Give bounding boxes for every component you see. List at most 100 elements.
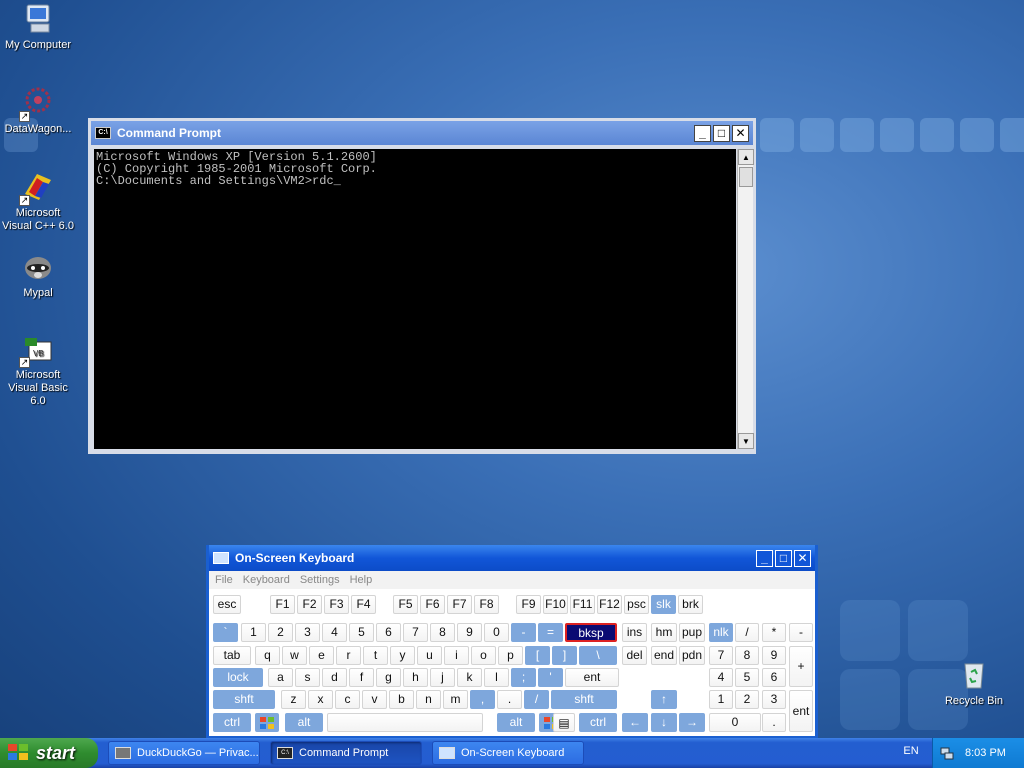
taskbar-item-duckduckgo[interactable]: DuckDuckGo — Privac... <box>108 741 260 765</box>
key-row5-0[interactable]: shft <box>213 690 275 709</box>
key-row3-0[interactable]: tab <box>213 646 251 665</box>
key-row4-8[interactable]: k <box>457 668 482 687</box>
key-row3-19[interactable]: 9 <box>762 646 786 665</box>
maximize-button[interactable]: □ <box>713 124 730 142</box>
key-row2-7[interactable]: 7 <box>403 623 428 642</box>
key-row2-11[interactable]: - <box>511 623 536 642</box>
key-row3-4[interactable]: r <box>336 646 361 665</box>
key-row5-5[interactable]: b <box>389 690 414 709</box>
maximize-button[interactable]: □ <box>775 549 792 567</box>
key-row3-8[interactable]: i <box>444 646 469 665</box>
menu-keyboard[interactable]: Keyboard <box>243 574 290 586</box>
key-row3-20[interactable]: + <box>789 646 813 687</box>
key-row6-4[interactable]: ← <box>622 713 648 732</box>
network-icon[interactable] <box>939 745 955 761</box>
key-row3-18[interactable]: 8 <box>735 646 759 665</box>
key-row5-14[interactable]: 2 <box>735 690 759 709</box>
key-row1-8[interactable]: F8 <box>474 595 499 614</box>
key-row5-2[interactable]: x <box>308 690 333 709</box>
key-row3-14[interactable]: del <box>622 646 647 665</box>
key-row6-5[interactable]: ↓ <box>651 713 677 732</box>
key-row1-13[interactable]: psc <box>624 595 649 614</box>
key-row2-2[interactable]: 2 <box>268 623 293 642</box>
scroll-thumb[interactable] <box>739 167 753 187</box>
key-row4-7[interactable]: j <box>430 668 455 687</box>
key-row2-15[interactable]: hm <box>651 623 677 642</box>
key-row5-3[interactable]: c <box>335 690 360 709</box>
key-row1-14[interactable]: slk <box>651 595 676 614</box>
key-row3-16[interactable]: pdn <box>679 646 705 665</box>
key-row4-3[interactable]: d <box>322 668 347 687</box>
key-row1-4[interactable]: F4 <box>351 595 376 614</box>
key-row6-1[interactable]: alt <box>285 713 323 732</box>
key-row1-1[interactable]: F1 <box>270 595 295 614</box>
key-row5-1[interactable]: z <box>281 690 306 709</box>
key-row4-10[interactable]: ; <box>511 668 536 687</box>
key-row2-5[interactable]: 5 <box>349 623 374 642</box>
scroll-up-arrow-icon[interactable]: ▲ <box>738 149 754 165</box>
key-row1-3[interactable]: F3 <box>324 595 349 614</box>
taskbar-item-on-screen-keyboard[interactable]: On-Screen Keyboard <box>432 741 584 765</box>
key-row3-9[interactable]: o <box>471 646 496 665</box>
key-row2-19[interactable]: * <box>762 623 786 642</box>
scroll-down-arrow-icon[interactable]: ▼ <box>738 433 754 449</box>
key-row3-13[interactable]: \ <box>579 646 617 665</box>
command-prompt-window[interactable]: C:\ Command Prompt _ □ ✕ Microsoft Windo… <box>88 118 756 454</box>
key-row1-5[interactable]: F5 <box>393 595 418 614</box>
desktop-icon-mypal[interactable]: Mypal <box>0 250 76 300</box>
key-row4-12[interactable]: ent <box>565 668 619 687</box>
key-row5-8[interactable]: , <box>470 690 495 709</box>
clock[interactable]: 8:03 PM <box>965 747 1006 759</box>
key-row1-12[interactable]: F12 <box>597 595 622 614</box>
key-row6-0[interactable]: ctrl <box>213 713 251 732</box>
key-row2-13[interactable]: bksp <box>565 623 617 642</box>
desktop-icon-visual-cpp[interactable]: ↗ Microsoft Visual C++ 6.0 <box>0 170 76 233</box>
key-row2-3[interactable]: 3 <box>295 623 320 642</box>
key-row2-18[interactable]: / <box>735 623 759 642</box>
vertical-scrollbar[interactable]: ▲ ▼ <box>737 149 754 449</box>
desktop-icon-datawagon[interactable]: ↗ DataWagon... <box>0 86 76 136</box>
key-row4-11[interactable]: ' <box>538 668 563 687</box>
key-row5-10[interactable]: / <box>524 690 549 709</box>
minimize-button[interactable]: _ <box>756 549 773 567</box>
menu-key-icon[interactable]: ▤ <box>553 713 575 732</box>
key-row4-2[interactable]: s <box>295 668 320 687</box>
menu-settings[interactable]: Settings <box>300 574 340 586</box>
key-row1-11[interactable]: F11 <box>570 595 595 614</box>
key-row2-14[interactable]: ins <box>622 623 647 642</box>
key-row2-10[interactable]: 0 <box>484 623 509 642</box>
key-row1-0[interactable]: esc <box>213 595 241 614</box>
key-row4-15[interactable]: 6 <box>762 668 786 687</box>
key-row2-12[interactable]: = <box>538 623 563 642</box>
key-row6-6[interactable]: → <box>679 713 705 732</box>
key-row2-17[interactable]: nlk <box>709 623 733 642</box>
taskbar-item-command-prompt[interactable]: C:\ Command Prompt <box>270 741 422 765</box>
key-row3-10[interactable]: p <box>498 646 523 665</box>
menu-file[interactable]: File <box>215 574 233 586</box>
key-row3-3[interactable]: e <box>309 646 334 665</box>
key-row2-20[interactable]: - <box>789 623 813 642</box>
key-row4-14[interactable]: 5 <box>735 668 759 687</box>
key-row1-7[interactable]: F7 <box>447 595 472 614</box>
key-row5-15[interactable]: 3 <box>762 690 786 709</box>
close-button[interactable]: ✕ <box>794 549 811 567</box>
on-screen-keyboard-window[interactable]: On-Screen Keyboard _ □ ✕ File Keyboard S… <box>206 545 818 739</box>
key-row3-5[interactable]: t <box>363 646 388 665</box>
key-row3-2[interactable]: w <box>282 646 307 665</box>
windows-key-icon[interactable] <box>255 713 279 732</box>
key-row5-16[interactable]: ent <box>789 690 813 732</box>
key-row4-1[interactable]: a <box>268 668 293 687</box>
key-row2-1[interactable]: 1 <box>241 623 266 642</box>
key-row6-8[interactable]: . <box>762 713 786 732</box>
key-row4-5[interactable]: g <box>376 668 401 687</box>
key-row5-12[interactable]: ↑ <box>651 690 677 709</box>
key-row3-1[interactable]: q <box>255 646 280 665</box>
key-row6-2[interactable]: alt <box>497 713 535 732</box>
menu-help[interactable]: Help <box>350 574 373 586</box>
key-row3-11[interactable]: [ <box>525 646 550 665</box>
close-button[interactable]: ✕ <box>732 124 749 142</box>
key-row2-8[interactable]: 8 <box>430 623 455 642</box>
key-row4-9[interactable]: l <box>484 668 509 687</box>
key-row5-11[interactable]: shft <box>551 690 617 709</box>
desktop-icon-my-computer[interactable]: My Computer <box>0 2 76 52</box>
